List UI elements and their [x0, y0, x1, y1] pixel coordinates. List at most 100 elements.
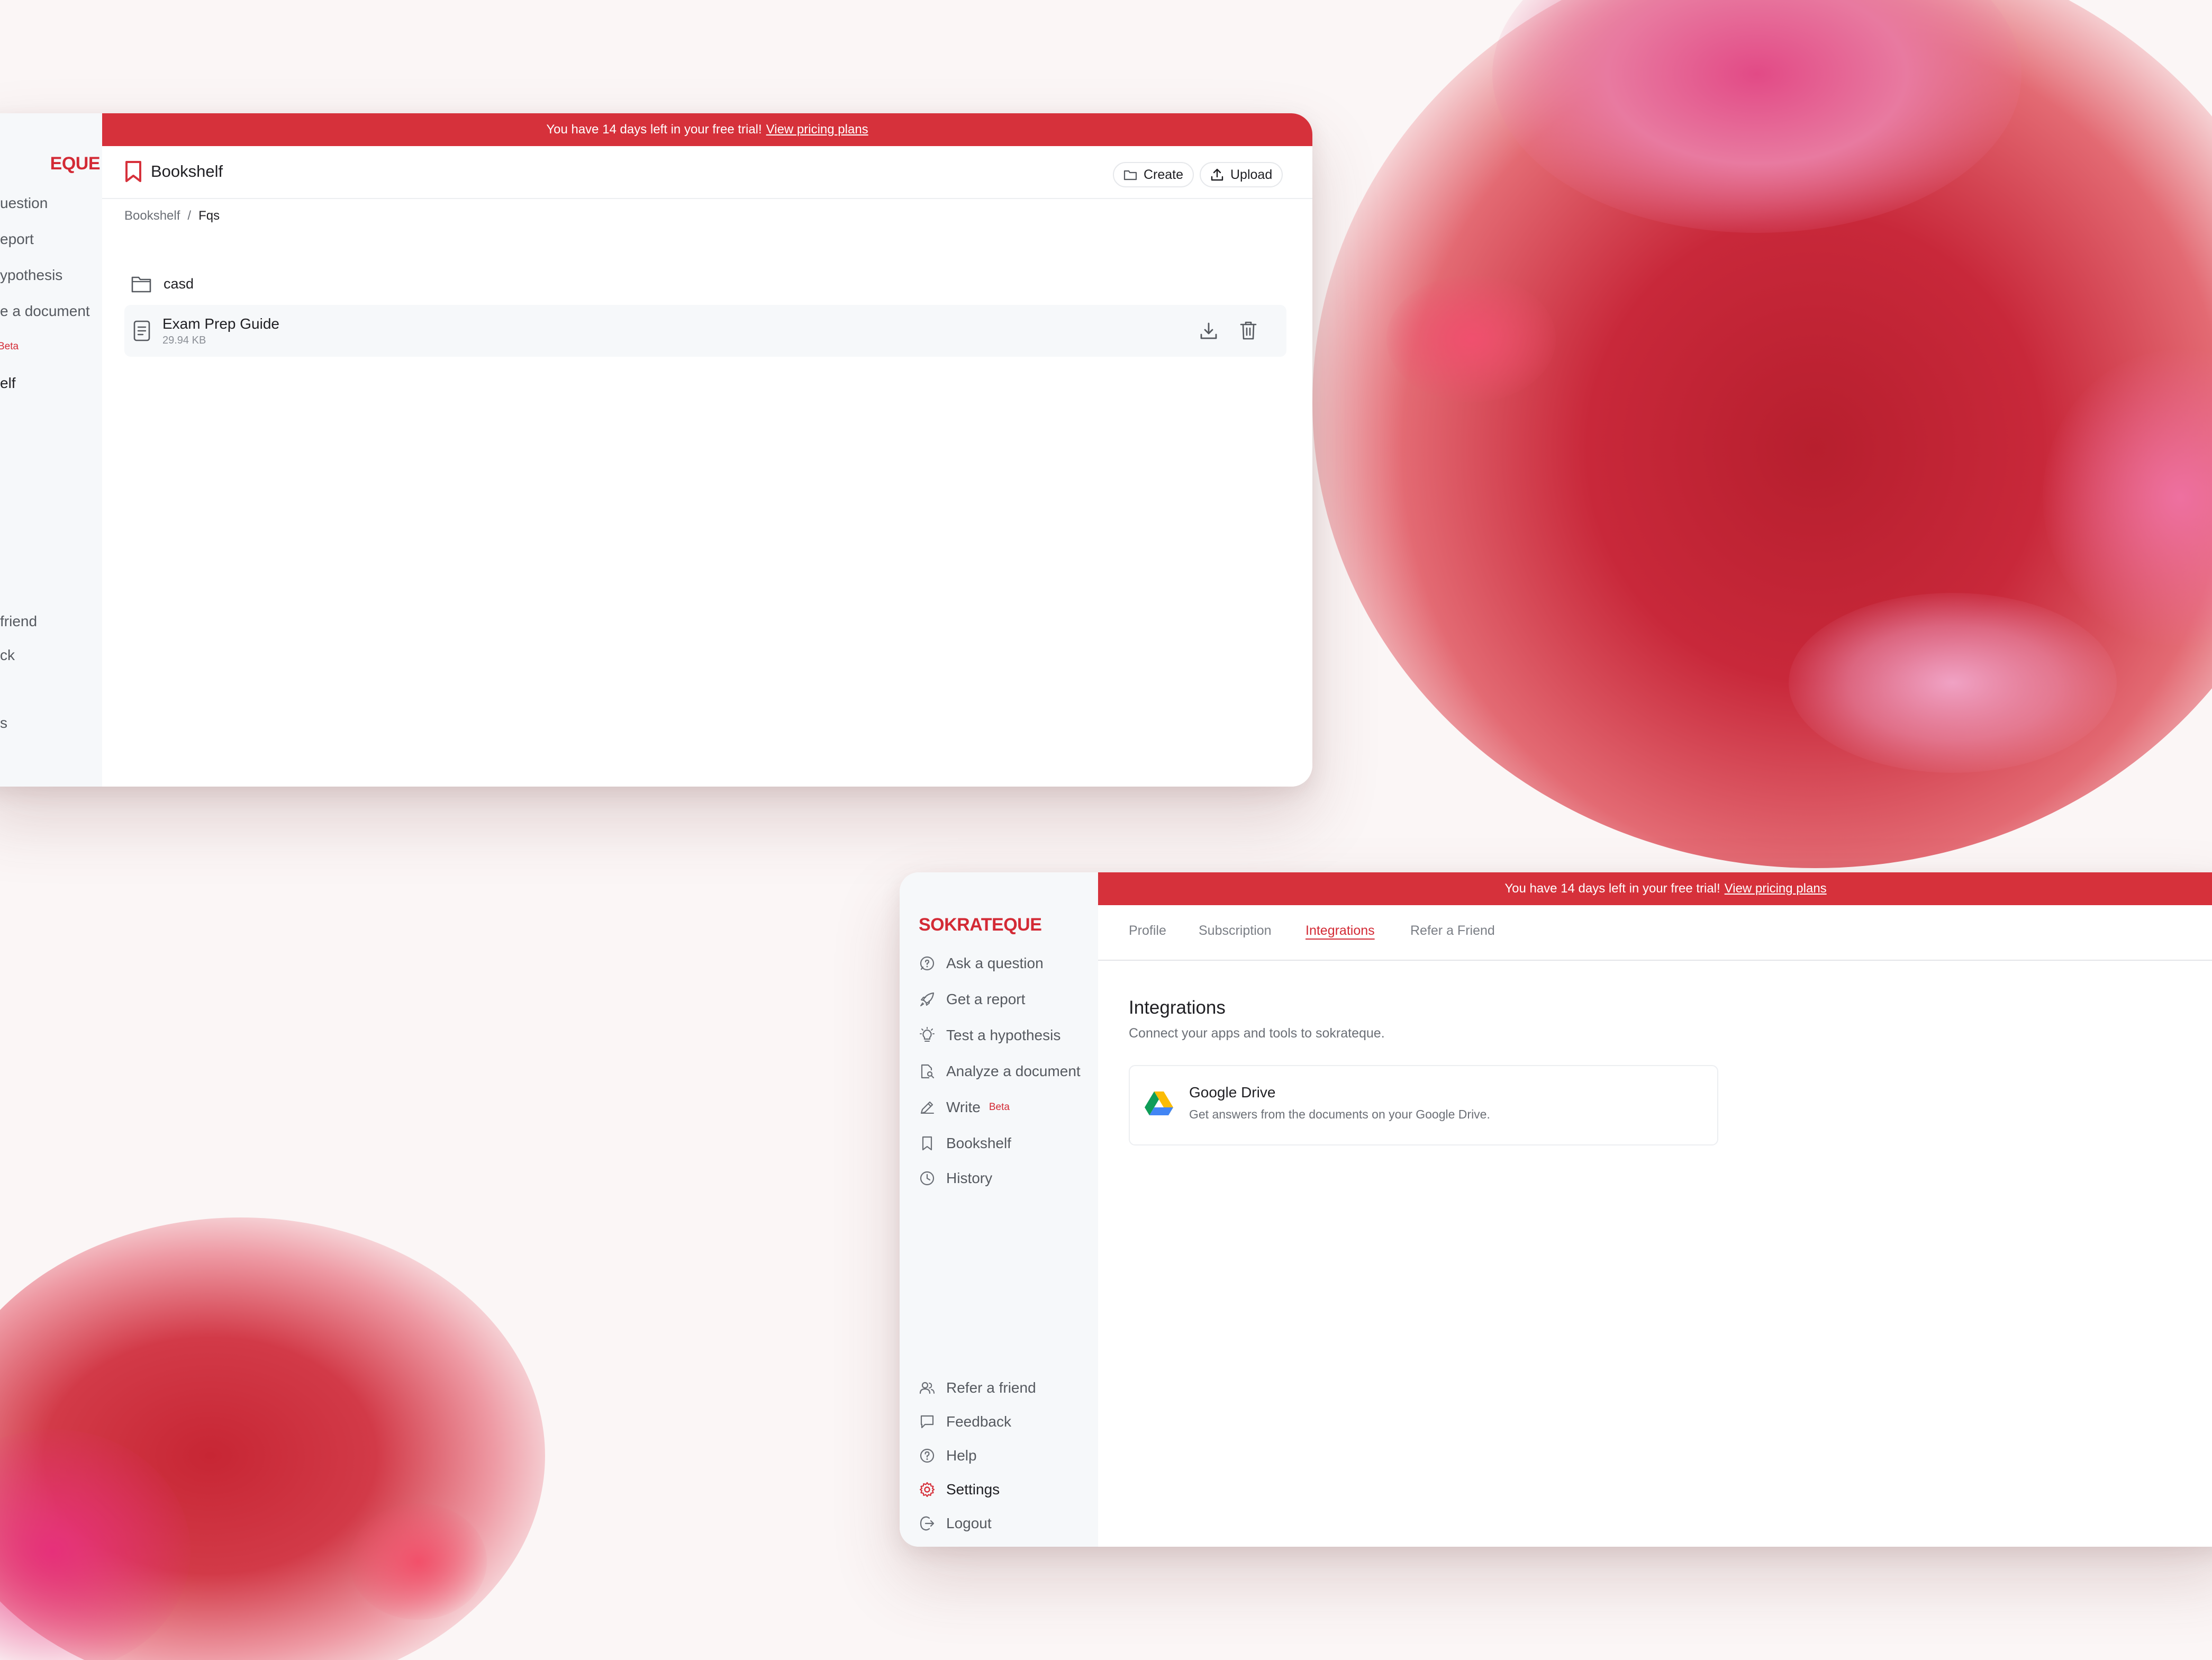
sidebar-item-ask-question[interactable]: Ask a question: [919, 955, 1044, 972]
sidebar-item-feedback[interactable]: Feedback: [919, 1413, 1011, 1430]
sidebar: EQUE uestion eport ypothesis e a documen…: [0, 113, 102, 787]
bookmark-icon: [125, 161, 141, 182]
sidebar-item-logout[interactable]: Logout: [919, 1515, 992, 1532]
tab-profile[interactable]: Profile: [1129, 923, 1166, 939]
breadcrumb-root[interactable]: Bookshelf: [124, 209, 180, 223]
sidebar-item-label: History: [946, 1170, 993, 1186]
sidebar-item-label: Feedback: [946, 1413, 1011, 1430]
tab-integrations[interactable]: Integrations: [1306, 923, 1375, 939]
file-info: Exam Prep Guide 29.94 KB: [162, 315, 279, 347]
upload-icon: [1211, 168, 1223, 181]
folder-item[interactable]: casd: [124, 263, 1286, 305]
breadcrumb-current: Fqs: [198, 209, 220, 223]
sidebar-item-label: eport: [0, 231, 34, 247]
download-icon[interactable]: [1199, 321, 1219, 341]
sidebar-item-label: Bookshelf: [946, 1135, 1011, 1151]
bookmark-icon: [922, 1136, 932, 1151]
sidebar-item-settings[interactable]: s: [0, 715, 7, 732]
main-content: You have 14 days left in your free trial…: [1098, 872, 2212, 1547]
create-label: Create: [1144, 167, 1184, 182]
folder-icon: [131, 276, 151, 293]
sidebar-item-label: s: [0, 715, 7, 731]
view-pricing-link[interactable]: View pricing plans: [1725, 881, 1827, 896]
view-pricing-link[interactable]: View pricing plans: [766, 122, 868, 137]
help-icon: [920, 1448, 935, 1463]
sidebar-item-analyze-document[interactable]: e a document: [0, 303, 90, 320]
message-icon: [920, 1415, 934, 1429]
sidebar-item-label: Help: [946, 1447, 977, 1464]
trial-banner: You have 14 days left in your free trial…: [102, 113, 1312, 146]
topbar: Bookshelf Create Upload: [102, 146, 1312, 199]
sidebar-item-ask-question[interactable]: uestion: [0, 195, 48, 212]
sidebar-item-label: Analyze a document: [946, 1063, 1081, 1079]
tab-refer-friend[interactable]: Refer a Friend: [1410, 923, 1495, 939]
document-icon: [133, 320, 150, 341]
brand-logo: EQUE: [50, 154, 101, 174]
file-size: 29.94 KB: [162, 334, 206, 346]
clock-icon: [920, 1171, 935, 1186]
sidebar: SOKRATEQUE Ask a question Get a report T…: [900, 872, 1098, 1547]
rocket-icon: [920, 992, 935, 1006]
settings-window: SOKRATEQUE Ask a question Get a report T…: [900, 872, 2212, 1547]
integration-name: Google Drive: [1189, 1084, 1276, 1100]
main-content: You have 14 days left in your free trial…: [102, 113, 1312, 787]
sidebar-item-help[interactable]: Help: [919, 1447, 977, 1464]
sidebar-item-history[interactable]: History: [919, 1170, 992, 1187]
file-item[interactable]: Exam Prep Guide 29.94 KB: [124, 305, 1286, 357]
background-blob: [349, 1503, 487, 1620]
trial-message: You have 14 days left in your free trial…: [1504, 881, 1720, 896]
chat-question-icon: [920, 956, 935, 971]
sidebar-item-get-report[interactable]: Get a report: [919, 991, 1025, 1008]
section-title: Integrations: [1129, 997, 1226, 1018]
google-drive-integration-card[interactable]: Google Drive Get answers from the docume…: [1129, 1065, 1718, 1145]
sidebar-item-feedback[interactable]: ck: [0, 647, 15, 664]
sidebar-item-analyze-document[interactable]: Analyze a document: [919, 1063, 1081, 1080]
beta-badge: Beta: [989, 1102, 1010, 1113]
breadcrumb-separator: /: [187, 209, 192, 223]
logout-icon: [920, 1516, 935, 1531]
trial-message: You have 14 days left in your free trial…: [546, 122, 762, 137]
sidebar-item-bookshelf[interactable]: Bookshelf: [919, 1135, 1011, 1152]
sidebar-item-test-hypothesis[interactable]: ypothesis: [0, 267, 62, 284]
trash-icon[interactable]: [1239, 320, 1258, 341]
sidebar-item-label: ypothesis: [0, 267, 63, 283]
sidebar-item-refer-friend[interactable]: Refer a friend: [919, 1379, 1036, 1396]
beta-badge: Beta: [0, 341, 19, 352]
sidebar-item-refer-friend[interactable]: friend: [0, 613, 37, 630]
background-blob: [1386, 275, 1556, 402]
document-search-icon: [921, 1064, 935, 1079]
sidebar-item-test-hypothesis[interactable]: Test a hypothesis: [919, 1027, 1060, 1044]
section-subtitle: Connect your apps and tools to sokratequ…: [1129, 1026, 1385, 1041]
tab-subscription[interactable]: Subscription: [1199, 923, 1272, 939]
breadcrumb: Bookshelf / Fqs: [124, 209, 220, 223]
sidebar-item-label: Ask a question: [946, 955, 1044, 971]
upload-button[interactable]: Upload: [1200, 162, 1283, 187]
background-blob: [1789, 593, 2117, 773]
settings-tabs: Profile Subscription Integrations Refer …: [1098, 905, 2212, 961]
sidebar-item-settings[interactable]: Settings: [919, 1481, 1000, 1498]
users-icon: [919, 1382, 935, 1394]
sidebar-item-get-report[interactable]: eport: [0, 231, 34, 248]
sidebar-item-label: elf: [0, 375, 16, 391]
integration-description: Get answers from the documents on your G…: [1189, 1107, 1490, 1121]
folder-icon: [1123, 170, 1137, 181]
google-drive-icon: [1145, 1091, 1173, 1115]
create-button[interactable]: Create: [1113, 162, 1194, 187]
sidebar-item-label: Test a hypothesis: [946, 1027, 1061, 1043]
file-name: Exam Prep Guide: [162, 315, 279, 332]
sidebar-item-write[interactable]: Write Beta: [919, 1099, 1010, 1116]
sidebar-item-label: Settings: [946, 1481, 1000, 1497]
page-title-text: Bookshelf: [151, 162, 223, 181]
sidebar-item-label: Refer a friend: [946, 1379, 1036, 1396]
gear-icon: [919, 1482, 935, 1497]
sidebar-item-label: e a document: [0, 303, 90, 319]
sidebar-item-write[interactable]: Beta: [0, 341, 19, 353]
pen-icon: [920, 1101, 934, 1114]
page-title: Bookshelf: [124, 160, 223, 183]
trial-banner: You have 14 days left in your free trial…: [1098, 872, 2212, 905]
sidebar-item-label: Logout: [946, 1515, 992, 1531]
brand-logo: SOKRATEQUE: [919, 915, 1042, 935]
bookshelf-window: EQUE uestion eport ypothesis e a documen…: [0, 113, 1312, 787]
sidebar-item-bookshelf[interactable]: elf: [0, 375, 16, 392]
sidebar-item-label: Get a report: [946, 991, 1026, 1007]
